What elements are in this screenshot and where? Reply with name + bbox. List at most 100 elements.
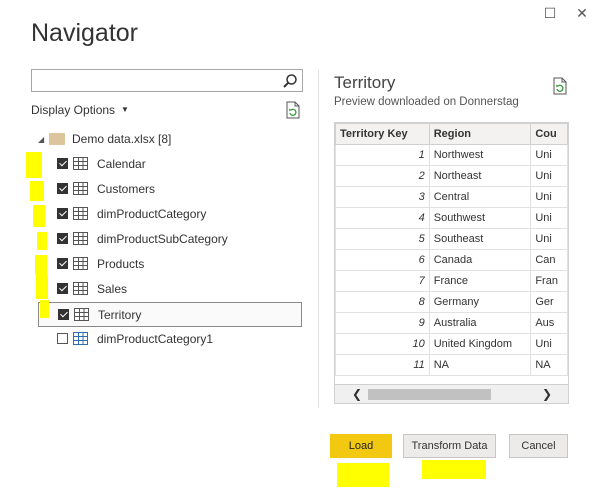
checkbox[interactable] xyxy=(57,233,68,244)
table-row: 2 Northeast Uni xyxy=(335,165,568,187)
table-row: 11 NA NA xyxy=(335,354,568,376)
table-cell: Southwest xyxy=(428,207,532,229)
refresh-icon[interactable] xyxy=(285,101,301,119)
table-cell: Southeast xyxy=(428,228,532,250)
chevron-down-icon: ▼ xyxy=(121,105,129,114)
tree-item-customers[interactable]: Customers xyxy=(38,177,302,202)
highlight-mark xyxy=(337,463,389,487)
table-icon xyxy=(73,257,88,270)
column-header[interactable]: Territory Key xyxy=(335,123,430,145)
tree-item-label: dimProductCategory1 xyxy=(97,332,214,346)
table-row: 9 Australia Aus xyxy=(335,312,568,334)
table-cell: 3 xyxy=(335,186,430,208)
table-cell: NA xyxy=(530,354,568,376)
table-cell: Ger xyxy=(530,291,568,313)
table-row: 7 France Fran xyxy=(335,270,568,292)
horizontal-scrollbar[interactable]: ❮ ❯ xyxy=(335,384,568,403)
tree-item-label: dimProductCategory xyxy=(97,207,207,221)
table-icon xyxy=(74,308,89,321)
checkbox[interactable] xyxy=(57,183,68,194)
tree-item-products[interactable]: Products xyxy=(38,252,302,277)
table-row: 1 Northwest Uni xyxy=(335,144,568,166)
table-cell: 7 xyxy=(335,270,430,292)
maximize-button[interactable]: ☐ xyxy=(539,4,561,22)
table-cell: Uni xyxy=(530,144,568,166)
tree-item-dimproductsubcategory[interactable]: dimProductSubCategory xyxy=(38,227,302,252)
table-cell: 4 xyxy=(335,207,430,229)
chevron-left-icon[interactable]: ❮ xyxy=(347,386,367,403)
highlight-mark xyxy=(40,300,49,318)
highlight-mark xyxy=(30,181,44,201)
table-row: 10 United Kingdom Uni xyxy=(335,333,568,355)
table-cell: 1 xyxy=(335,144,430,166)
highlight-mark xyxy=(33,205,45,227)
table-cell: 11 xyxy=(335,354,430,376)
preview-title: Territory xyxy=(334,73,396,92)
preview-table: Territory Key Region Cou 1 Northwest Uni 2… xyxy=(335,123,568,376)
tree-root-label: Demo data.xlsx [8] xyxy=(72,132,172,146)
preview-grid: Territory Key Region Cou 1 Northwest Uni 2… xyxy=(334,122,569,404)
table-cell: 10 xyxy=(335,333,430,355)
highlight-mark xyxy=(26,152,42,178)
dialog-title: Navigator xyxy=(31,19,138,47)
load-button[interactable]: Load xyxy=(330,434,392,458)
table-cell: NA xyxy=(428,354,532,376)
chevron-right-icon[interactable]: ❯ xyxy=(537,386,557,403)
table-icon xyxy=(73,232,88,245)
highlight-mark xyxy=(422,460,486,479)
tree-item-dimproductcategory1[interactable]: dimProductCategory1 xyxy=(38,327,302,352)
table-cell: 8 xyxy=(335,291,430,313)
folder-icon xyxy=(49,133,65,145)
checkbox[interactable] xyxy=(58,309,69,320)
table-header-row: Territory Key Region Cou xyxy=(335,123,568,145)
highlight-mark xyxy=(36,275,48,299)
table-icon xyxy=(73,207,88,220)
table-cell: Central xyxy=(428,186,532,208)
tree-item-dimproductcategory[interactable]: dimProductCategory xyxy=(38,202,302,227)
table-cell: 6 xyxy=(335,249,430,271)
column-header[interactable]: Cou xyxy=(530,123,568,145)
table-cell: United Kingdom xyxy=(428,333,532,355)
table-row: 4 Southwest Uni xyxy=(335,207,568,229)
table-row: 3 Central Uni xyxy=(335,186,568,208)
refresh-icon[interactable] xyxy=(552,77,568,95)
column-header[interactable]: Region xyxy=(428,123,532,145)
table-cell: Fran xyxy=(530,270,568,292)
tree-item-sales[interactable]: Sales xyxy=(38,277,302,302)
search-icon[interactable] xyxy=(282,73,298,89)
table-cell: Australia xyxy=(428,312,532,334)
table-cell: Uni xyxy=(530,165,568,187)
scrollbar-thumb[interactable] xyxy=(368,389,491,400)
table-cell: Uni xyxy=(530,228,568,250)
table-icon xyxy=(73,282,88,295)
cancel-button[interactable]: Cancel xyxy=(509,434,568,458)
display-options-dropdown[interactable]: Display Options ▼ xyxy=(31,103,129,117)
expand-triangle-icon[interactable]: ◢ xyxy=(38,135,44,144)
checkbox[interactable] xyxy=(57,258,68,269)
table-cell: Uni xyxy=(530,333,568,355)
preview-subtitle: Preview downloaded on Donnerstag xyxy=(334,96,519,108)
table-cell: Uni xyxy=(530,186,568,208)
tree-item-territory[interactable]: Territory xyxy=(38,302,302,327)
table-cell: Germany xyxy=(428,291,532,313)
table-cell: 2 xyxy=(335,165,430,187)
checkbox[interactable] xyxy=(57,208,68,219)
close-button[interactable]: ✕ xyxy=(571,4,593,22)
table-cell: Aus xyxy=(530,312,568,334)
transform-data-button[interactable]: Transform Data xyxy=(403,434,496,458)
tree-item-label: Territory xyxy=(98,308,142,322)
table-icon xyxy=(73,157,88,170)
table-cell: 9 xyxy=(335,312,430,334)
table-icon xyxy=(73,182,88,195)
checkbox[interactable] xyxy=(57,283,68,294)
tree-item-label: dimProductSubCategory xyxy=(97,232,228,246)
tree-item-calendar[interactable]: Calendar xyxy=(38,152,302,177)
panel-divider xyxy=(318,70,319,408)
tree-item-label: Calendar xyxy=(97,157,146,171)
search-input[interactable] xyxy=(31,69,303,92)
checkbox[interactable] xyxy=(57,333,68,344)
table-cell: 5 xyxy=(335,228,430,250)
table-cell: Can xyxy=(530,249,568,271)
checkbox[interactable] xyxy=(57,158,68,169)
table-cell: Northeast xyxy=(428,165,532,187)
